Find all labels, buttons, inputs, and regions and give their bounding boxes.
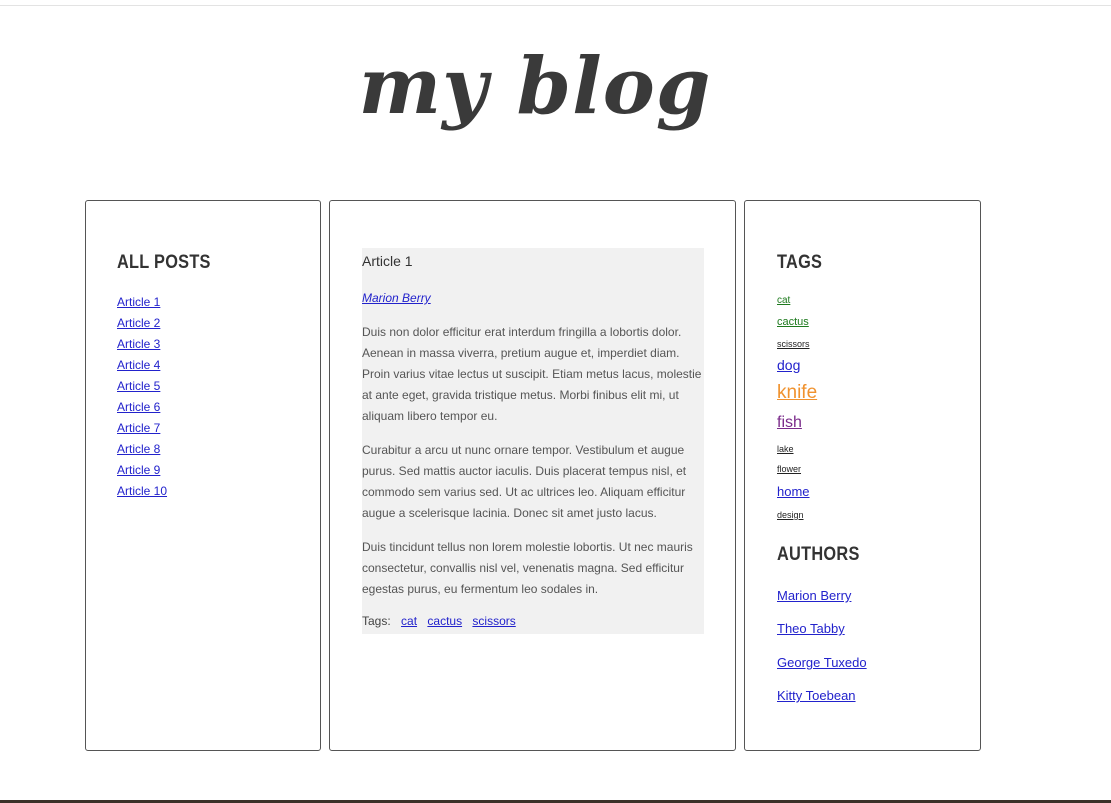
list-item: Article 8 — [117, 441, 167, 462]
article-paragraph: Duis tincidunt tellus non lorem molestie… — [362, 540, 693, 596]
post-link-3[interactable]: Article 3 — [117, 337, 160, 351]
site-title: my blog — [358, 41, 712, 132]
tag-link-cactus[interactable]: cactus — [777, 316, 809, 328]
tag-link-scissors[interactable]: scissors — [777, 339, 810, 349]
post-link-6[interactable]: Article 6 — [117, 400, 160, 414]
article-card: Article 1 Marion Berry Duis non dolor ef… — [362, 248, 704, 634]
article-tags-label: Tags: — [362, 614, 391, 628]
article-tags: Tags: cat cactus scissors — [362, 614, 516, 628]
post-link-1[interactable]: Article 1 — [117, 295, 160, 309]
article-title: Article 1 — [362, 253, 413, 269]
list-item: Article 4 — [117, 357, 167, 378]
tag-link-fish[interactable]: fish — [777, 414, 802, 432]
author-link-theo-tabby[interactable]: Theo Tabby — [777, 621, 845, 636]
tag-link-flower[interactable]: flower — [777, 464, 801, 474]
author-link-kitty-toebean[interactable]: Kitty Toebean — [777, 688, 856, 703]
post-link-8[interactable]: Article 8 — [117, 442, 160, 456]
tag-link-dog[interactable]: dog — [777, 357, 800, 373]
tags-authors-panel: TAGS cat cactus scissors dog knife fish … — [744, 200, 981, 751]
list-item: Article 9 — [117, 462, 167, 483]
article-panel: Article 1 Marion Berry Duis non dolor ef… — [329, 200, 736, 751]
list-item: Article 5 — [117, 378, 167, 399]
list-item: Article 1 — [117, 294, 167, 315]
article-author-link[interactable]: Marion Berry — [362, 291, 431, 305]
tags-heading: TAGS — [777, 252, 823, 273]
all-posts-heading: ALL POSTS — [117, 252, 211, 273]
post-link-10[interactable]: Article 10 — [117, 484, 167, 498]
author-link-george-tuxedo[interactable]: George Tuxedo — [777, 655, 867, 670]
article-tag-link[interactable]: cactus — [427, 614, 462, 628]
article-tag-link[interactable]: cat — [401, 614, 417, 628]
post-link-4[interactable]: Article 4 — [117, 358, 160, 372]
post-link-7[interactable]: Article 7 — [117, 421, 160, 435]
list-item: Article 7 — [117, 420, 167, 441]
top-divider — [0, 5, 1111, 6]
posts-list: Article 1 Article 2 Article 3 Article 4 … — [117, 294, 167, 504]
all-posts-panel: ALL POSTS Article 1 Article 2 Article 3 … — [85, 200, 321, 751]
tag-link-design[interactable]: design — [777, 510, 804, 520]
tag-link-home[interactable]: home — [777, 484, 810, 499]
author-link-marion-berry[interactable]: Marion Berry — [777, 588, 851, 603]
list-item: Article 3 — [117, 336, 167, 357]
tag-link-knife[interactable]: knife — [777, 382, 817, 404]
article-tag-link[interactable]: scissors — [472, 614, 515, 628]
article-paragraph: Curabitur a arcu ut nunc ornare tempor. … — [362, 443, 687, 520]
tag-link-lake[interactable]: lake — [777, 444, 794, 454]
authors-heading: AUTHORS — [777, 544, 860, 565]
post-link-2[interactable]: Article 2 — [117, 316, 160, 330]
article-paragraph: Duis non dolor efficitur erat interdum f… — [362, 325, 702, 423]
post-link-9[interactable]: Article 9 — [117, 463, 160, 477]
list-item: Article 2 — [117, 315, 167, 336]
tag-link-cat[interactable]: cat — [777, 295, 790, 306]
list-item: Article 6 — [117, 399, 167, 420]
post-link-5[interactable]: Article 5 — [117, 379, 160, 393]
list-item: Article 10 — [117, 483, 167, 504]
